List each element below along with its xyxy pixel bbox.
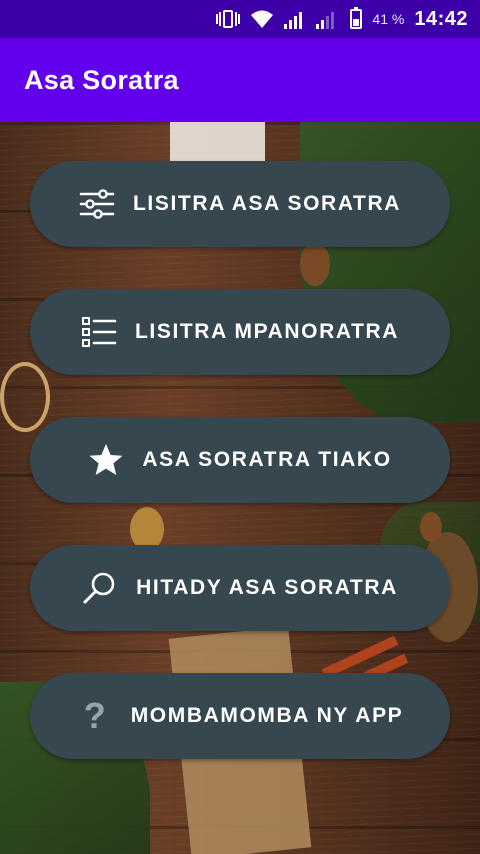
vibrate-icon <box>216 9 241 29</box>
signal-secondary-icon <box>316 9 338 29</box>
search-icon <box>82 570 118 606</box>
menu-button-label: ASA SORATRA TIAKO <box>142 448 392 471</box>
menu-button-hitady-asa-soratra[interactable]: HITADY ASA SORATRA <box>30 545 450 631</box>
menu-button-label: LISITRA ASA SORATRA <box>132 192 401 215</box>
clock: 14:42 <box>414 7 468 30</box>
menu-button-mombamomba-ny-app[interactable]: ? MOMBAMOMBA NY APP <box>30 673 450 759</box>
battery-icon <box>350 7 363 29</box>
menu-button-label: MOMBAMOMBA NY APP <box>130 704 404 727</box>
list-icon <box>81 314 117 350</box>
sliders-icon <box>79 186 115 222</box>
signal-icon <box>284 9 306 29</box>
battery-percent: 41 % <box>372 11 405 27</box>
menu-button-lisitra-mpanoratra[interactable]: LISITRA MPANORATRA <box>30 289 450 375</box>
status-bar: 41 % 14:42 <box>0 0 480 38</box>
star-icon <box>88 442 124 478</box>
help-icon: ? <box>83 695 106 736</box>
menu-button-label: LISITRA MPANORATRA <box>134 320 400 343</box>
app-bar: Asa Soratra <box>0 38 480 122</box>
menu-button-asa-soratra-tiako[interactable]: ASA SORATRA TIAKO <box>30 417 450 503</box>
app-title: Asa Soratra <box>24 64 179 95</box>
wifi-icon <box>250 9 274 29</box>
menu-button-lisitra-asa-soratra[interactable]: LISITRA ASA SORATRA <box>30 161 450 247</box>
menu-button-label: HITADY ASA SORATRA <box>136 576 398 599</box>
